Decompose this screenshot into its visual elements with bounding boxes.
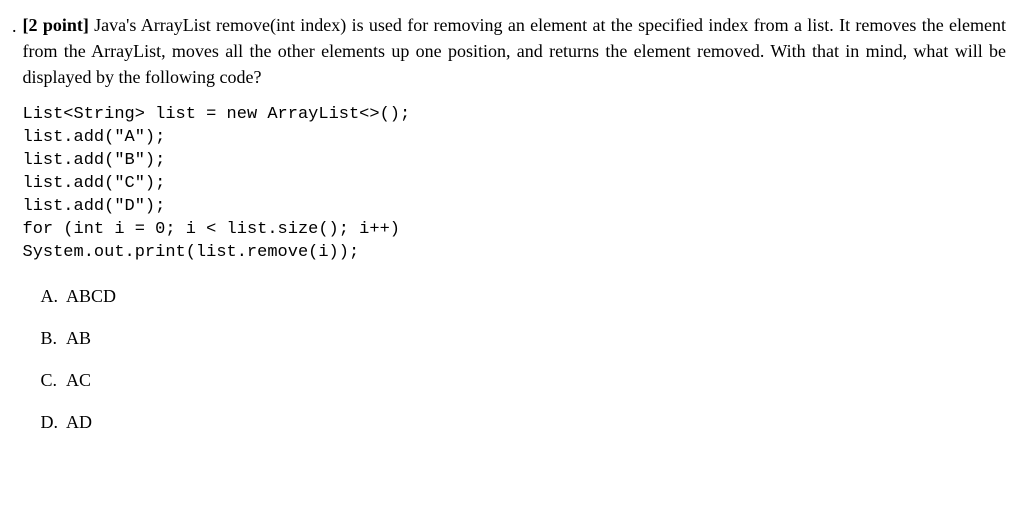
choice-text: AC xyxy=(66,370,91,390)
question-container: . [2 point] Java's ArrayList remove(int … xyxy=(12,12,1006,451)
choice-c[interactable]: C. AC xyxy=(41,367,1007,393)
choice-text: AD xyxy=(66,412,92,432)
code-line-6d: i = 0; i < list.size(); i++) xyxy=(104,220,400,239)
answer-choices: A. ABCD B. AB C. AC D. AD xyxy=(23,283,1007,435)
code-keyword-new: new xyxy=(227,105,258,124)
code-line-4: list.add("C"); xyxy=(23,174,166,193)
choice-a[interactable]: A. ABCD xyxy=(41,283,1007,309)
code-line-5: list.add("D"); xyxy=(23,197,166,216)
choice-d[interactable]: D. AD xyxy=(41,409,1007,435)
points-label: [2 point] xyxy=(23,15,89,35)
question-marker: . xyxy=(12,12,17,451)
code-keyword-for: for xyxy=(23,220,54,239)
code-line-2: list.add("A"); xyxy=(23,128,166,147)
choice-text: ABCD xyxy=(66,286,116,306)
question-prompt: [2 point] Java's ArrayList remove(int in… xyxy=(23,12,1007,90)
code-block: List<String> list = new ArrayList<>(); l… xyxy=(23,104,1007,265)
choice-label: C. xyxy=(41,367,63,393)
choice-b[interactable]: B. AB xyxy=(41,325,1007,351)
prompt-text: Java's ArrayList remove(int index) is us… xyxy=(23,15,1007,87)
code-line-7: System.out.print(list.remove(i)); xyxy=(23,243,360,262)
choice-label: A. xyxy=(41,283,63,309)
code-line-6b: ( xyxy=(53,220,73,239)
code-line-1c: ArrayList<>(); xyxy=(257,105,410,124)
choice-label: B. xyxy=(41,325,63,351)
choice-label: D. xyxy=(41,409,63,435)
code-line-3: list.add("B"); xyxy=(23,151,166,170)
choice-text: AB xyxy=(66,328,91,348)
code-line-1a: List<String> list = xyxy=(23,105,227,124)
code-keyword-int: int xyxy=(74,220,105,239)
question-body: [2 point] Java's ArrayList remove(int in… xyxy=(23,12,1007,451)
